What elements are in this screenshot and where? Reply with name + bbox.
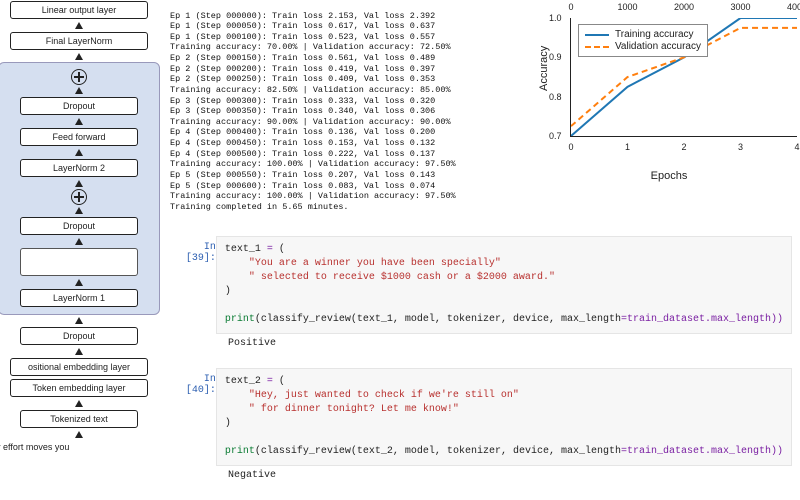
chart-xlabel: Epochs [651, 170, 688, 182]
arrow-up-icon [75, 400, 83, 407]
chart-xtick: 3 [738, 142, 743, 152]
cell-output-39: Positive [228, 338, 276, 349]
chart-xtick-top: 4000 [787, 2, 800, 12]
residual-add-icon [71, 189, 87, 205]
chart-ytick: 0.9 [549, 52, 562, 62]
chart-xtick-top: 1000 [617, 2, 637, 12]
chart-xtick: 2 [681, 142, 686, 152]
arrow-up-icon [75, 317, 83, 324]
layer-layernorm2: LayerNorm 2 [20, 159, 138, 177]
arrow-up-icon [75, 22, 83, 29]
notebook-cell-39: In [39]: text_1 = ( "You are a winner yo… [170, 236, 792, 334]
chart-ytick: 0.7 [549, 131, 562, 141]
cell-prompt: In [39]: [170, 236, 216, 334]
layer-feed-forward: Feed forward [20, 128, 138, 146]
residual-add-icon [71, 69, 87, 85]
layer-dropout: Dropout [20, 217, 138, 235]
layer-token-embedding: Token embedding layer [10, 379, 148, 397]
layer-final-layernorm: Final LayerNorm [10, 32, 148, 50]
layer-dropout: Dropout [20, 97, 138, 115]
cell-code[interactable]: text_2 = ( "Hey, just wanted to check if… [216, 368, 792, 466]
arrow-up-icon [75, 87, 83, 94]
layer-pos-embedding: ositional embedding layer [10, 358, 148, 376]
arrow-up-icon [75, 207, 83, 214]
chart-xtick: 1 [625, 142, 630, 152]
cell-code[interactable]: text_1 = ( "You are a winner you have be… [216, 236, 792, 334]
chart-xtick-top: 2000 [674, 2, 694, 12]
arrow-up-icon [75, 238, 83, 245]
legend-label-val: Validation accuracy [615, 41, 701, 52]
chart-ytick: 1.0 [549, 13, 562, 23]
chart-xtick: 4 [794, 142, 799, 152]
cell-output-40: Negative [228, 470, 276, 481]
layer-linear-output: Linear output layer [10, 1, 148, 19]
arrow-up-icon [75, 279, 83, 286]
arrow-up-icon [75, 149, 83, 156]
chart-ytick: 0.8 [549, 92, 562, 102]
arrow-up-icon [75, 118, 83, 125]
arrow-up-icon [75, 431, 83, 438]
chart-xtick-top: 0 [568, 2, 573, 12]
notebook-cell-40: In [40]: text_2 = ( "Hey, just wanted to… [170, 368, 792, 466]
diagram-caption: y effort moves you [0, 442, 164, 452]
legend-line-val [585, 46, 609, 48]
chart-legend: Training accuracy Validation accuracy [578, 24, 708, 57]
layer-dropout: Dropout [20, 327, 138, 345]
layer-layernorm1: LayerNorm 1 [20, 289, 138, 307]
accuracy-chart: Accuracy 0.70.80.91.00123401000200030004… [538, 0, 800, 178]
arrow-up-icon [75, 348, 83, 355]
legend-label-train: Training accuracy [615, 29, 694, 40]
layer-tokenized-text: Tokenized text [20, 410, 138, 428]
transformer-diagram: Linear output layer Final LayerNorm Drop… [0, 0, 164, 452]
arrow-up-icon [75, 53, 83, 60]
training-log-output: Ep 1 (Step 000000): Train loss 2.153, Va… [170, 11, 530, 213]
chart-xtick-top: 3000 [730, 2, 750, 12]
legend-line-train [585, 34, 609, 36]
transformer-block: Dropout Feed forward LayerNorm 2 Dropout… [0, 62, 160, 315]
cell-prompt: In [40]: [170, 368, 216, 466]
layer-masked-mha: Masked multi-head attention [20, 248, 138, 276]
arrow-up-icon [75, 180, 83, 187]
chart-xtick: 0 [568, 142, 573, 152]
